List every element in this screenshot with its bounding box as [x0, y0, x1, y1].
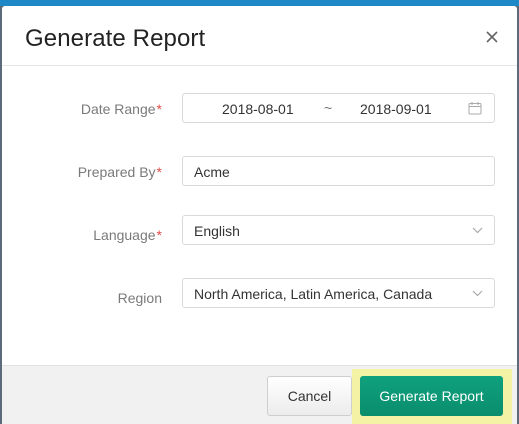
- date-range-start[interactable]: 2018-08-01: [222, 101, 294, 117]
- region-select[interactable]: North America, Latin America, Canada: [182, 278, 495, 308]
- dialog-footer: Cancel Generate Report: [2, 365, 517, 424]
- dialog-title: Generate Report: [25, 25, 206, 52]
- required-mark: *: [156, 227, 162, 243]
- date-range-separator: ~: [324, 100, 333, 116]
- region-label: Region: [2, 290, 162, 306]
- chevron-down-icon: [472, 290, 483, 297]
- dialog-header: Generate Report: [2, 6, 517, 66]
- required-mark: *: [156, 164, 162, 180]
- chevron-down-icon: [472, 227, 483, 234]
- prepared-by-value: Acme: [194, 164, 230, 180]
- cancel-button[interactable]: Cancel: [267, 376, 352, 416]
- date-range-field[interactable]: 2018-08-01 ~ 2018-09-01: [182, 93, 495, 123]
- prepared-by-input[interactable]: Acme: [182, 156, 495, 186]
- language-label: Language*: [2, 227, 162, 243]
- date-range-label: Date Range*: [2, 101, 162, 117]
- prepared-by-label: Prepared By*: [2, 164, 162, 180]
- language-label-text: Language: [93, 227, 156, 243]
- generate-report-dialog: Generate Report Date Range* 2018-08-01 ~…: [2, 6, 517, 424]
- region-label-text: Region: [117, 290, 162, 306]
- region-value: North America, Latin America, Canada: [194, 286, 433, 302]
- close-icon[interactable]: [483, 28, 501, 46]
- language-value: English: [194, 223, 240, 239]
- date-range-end[interactable]: 2018-09-01: [360, 101, 432, 117]
- language-select[interactable]: English: [182, 215, 495, 245]
- calendar-icon[interactable]: [468, 101, 482, 115]
- prepared-by-label-text: Prepared By: [77, 164, 156, 180]
- required-mark: *: [156, 101, 162, 117]
- generate-report-button[interactable]: Generate Report: [360, 376, 503, 416]
- date-range-label-text: Date Range: [80, 101, 156, 117]
